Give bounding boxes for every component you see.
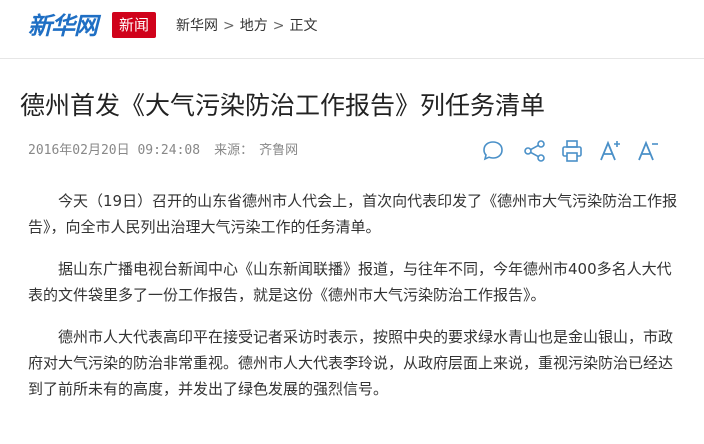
source-label: 来源：: [214, 143, 254, 158]
article-meta: 2016年02月20日 09:24:08 来源： 齐鲁网: [28, 142, 298, 160]
article-body: 今天（19日）召开的山东省德州市人代会上，首次向代表印发了《德州市大气污染防治工…: [28, 188, 678, 418]
article-paragraph: 今天（19日）召开的山东省德州市人代会上，首次向代表印发了《德州市大气污染防治工…: [28, 192, 678, 236]
font-increase-icon[interactable]: [597, 138, 623, 164]
publish-date: 2016年02月20日 09:24:08: [28, 143, 201, 158]
site-logo[interactable]: 新华网: [28, 10, 98, 42]
breadcrumb-separator: >: [272, 18, 285, 34]
channel-badge[interactable]: 新闻: [112, 12, 156, 38]
source-name: 齐鲁网: [259, 143, 299, 158]
share-icon[interactable]: [522, 138, 548, 164]
breadcrumb-home[interactable]: 新华网: [176, 18, 218, 34]
header-divider: [0, 58, 704, 59]
article-title: 德州首发《大气污染防治工作报告》列任务清单: [20, 91, 546, 120]
article-paragraph: 德州市人大代表高印平在接受记者采访时表示，按照中央的要求绿水青山也是金山银山，市…: [28, 328, 674, 398]
site-header: 新华网 新闻 新华网 > 地方 > 正文: [0, 0, 704, 58]
breadcrumb-separator: >: [223, 18, 235, 34]
breadcrumb: 新华网 > 地方 > 正文: [176, 16, 317, 36]
comment-icon[interactable]: [480, 138, 506, 164]
print-icon[interactable]: [559, 138, 585, 164]
article-paragraph: 据山东广播电视台新闻中心《山东新闻联播》报道，与往年不同，今年德州市400多名人…: [28, 260, 672, 304]
breadcrumb-local[interactable]: 地方: [240, 18, 268, 34]
font-decrease-icon[interactable]: [635, 138, 661, 164]
breadcrumb-current: 正文: [289, 18, 318, 34]
